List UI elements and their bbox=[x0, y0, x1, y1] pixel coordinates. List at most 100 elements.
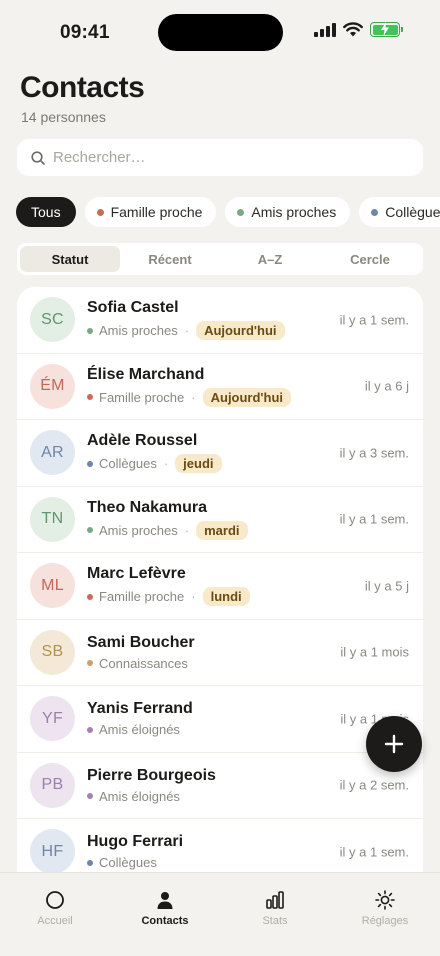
contact-name: Marc Lefèvre bbox=[87, 565, 186, 583]
avatar: HF bbox=[30, 829, 75, 872]
separator: · bbox=[184, 323, 190, 339]
contact-row[interactable]: SC Sofia Castel Amis proches · Aujourd'h… bbox=[17, 287, 423, 354]
contact-row[interactable]: ÉM Élise Marchand Famille proche · Aujou… bbox=[17, 354, 423, 420]
contact-count: 14 personnes bbox=[21, 109, 106, 125]
last-contact-time: il y a 1 sem. bbox=[339, 312, 409, 328]
sort-tab-az[interactable]: A–Z bbox=[220, 246, 320, 272]
contact-name: Sami Boucher bbox=[87, 633, 195, 651]
contact-info: Élise Marchand Famille proche · Aujourd'… bbox=[87, 365, 292, 407]
plus-icon bbox=[384, 734, 404, 754]
sort-tab-recent[interactable]: Récent bbox=[120, 246, 220, 272]
next-date-badge: lundi bbox=[202, 587, 250, 607]
contact-meta: Connaissances bbox=[87, 656, 195, 671]
tab-contacts[interactable]: Contacts bbox=[110, 873, 220, 956]
sort-tab-statut[interactable]: Statut bbox=[20, 246, 120, 272]
filter-chip-all[interactable]: Tous bbox=[16, 197, 76, 227]
tab-stats[interactable]: Stats bbox=[220, 873, 330, 956]
tab-bar: Accueil Contacts Stats Réglages bbox=[0, 872, 440, 956]
tab-label: Contacts bbox=[141, 915, 189, 927]
contact-circle: Amis proches bbox=[99, 323, 178, 339]
last-contact-time: il y a 5 j bbox=[364, 578, 409, 594]
last-contact-time: il y a 2 sem. bbox=[339, 777, 409, 793]
next-date-badge: jeudi bbox=[175, 454, 222, 474]
circle-dot bbox=[87, 793, 93, 800]
contact-name: Yanis Ferrand bbox=[87, 700, 193, 718]
contact-circle: Famille proche bbox=[99, 589, 185, 605]
contact-list: SC Sofia Castel Amis proches · Aujourd'h… bbox=[17, 287, 423, 872]
contact-row[interactable]: YF Yanis Ferrand Amis éloignés il y a 1 … bbox=[17, 686, 423, 753]
contact-meta: Amis éloignés bbox=[87, 789, 216, 804]
avatar: PB bbox=[30, 762, 75, 808]
chip-label: Tous bbox=[31, 204, 61, 220]
tab-label: Stats bbox=[262, 915, 288, 927]
chip-label: Famille proche bbox=[110, 204, 203, 220]
next-date-badge: Aujourd'hui bbox=[196, 321, 285, 341]
avatar: AR bbox=[30, 430, 75, 476]
sort-tab-cercle[interactable]: Cercle bbox=[320, 246, 420, 272]
contact-circle: Collègues bbox=[99, 855, 157, 871]
filter-chips: Tous Famille proche Amis proches Collègu… bbox=[16, 197, 440, 227]
contact-name: Adèle Roussel bbox=[87, 432, 198, 450]
tab-accueil[interactable]: Accueil bbox=[0, 873, 110, 956]
tab-label: Accueil bbox=[37, 915, 73, 927]
next-date-badge: Aujourd'hui bbox=[202, 387, 292, 407]
contact-name: Pierre Bourgeois bbox=[87, 766, 216, 784]
tab-label: Réglages bbox=[361, 915, 409, 927]
contact-row[interactable]: ML Marc Lefèvre Famille proche · lundi i… bbox=[17, 553, 423, 620]
next-date-badge: mardi bbox=[196, 520, 248, 540]
last-contact-time: il y a 1 sem. bbox=[339, 844, 409, 860]
contact-name: Theo Nakamura bbox=[87, 498, 208, 516]
circle-dot bbox=[87, 593, 93, 600]
avatar: SB bbox=[30, 629, 75, 675]
contact-meta: Collègues bbox=[87, 855, 183, 870]
contact-info: Marc Lefèvre Famille proche · lundi bbox=[87, 565, 250, 607]
contact-info: Sami Boucher Connaissances bbox=[87, 634, 195, 671]
status-bar: 09:41 bbox=[0, 0, 440, 60]
contact-name: Élise Marchand bbox=[87, 365, 205, 383]
filter-chip-collegues[interactable]: Collègues bbox=[359, 197, 440, 227]
contact-info: Sofia Castel Amis proches · Aujourd'hui bbox=[87, 299, 285, 341]
contact-info: Adèle Roussel Collègues · jeudi bbox=[87, 432, 222, 474]
contact-name: Sofia Castel bbox=[87, 299, 179, 317]
contact-row[interactable]: PB Pierre Bourgeois Amis éloignés il y a… bbox=[17, 753, 423, 819]
separator: · bbox=[191, 589, 196, 605]
person-icon bbox=[157, 892, 173, 909]
contact-circle: Amis proches bbox=[99, 522, 178, 538]
battery-icon bbox=[370, 22, 403, 37]
circle-dot bbox=[87, 460, 93, 467]
add-contact-button[interactable] bbox=[366, 716, 422, 772]
contact-info: Yanis Ferrand Amis éloignés bbox=[87, 700, 193, 737]
contact-circle: Amis éloignés bbox=[99, 788, 180, 804]
contact-row[interactable]: TN Theo Nakamura Amis proches · mardi il… bbox=[17, 487, 423, 553]
circle-dot bbox=[87, 327, 93, 334]
circle-dot bbox=[87, 394, 93, 401]
separator: · bbox=[184, 522, 190, 538]
contact-meta: Amis proches · Aujourd'hui bbox=[87, 321, 285, 341]
contact-circle: Famille proche bbox=[99, 389, 185, 405]
contact-circle: Connaissances bbox=[99, 655, 188, 671]
filter-chip-amis-proches[interactable]: Amis proches bbox=[225, 197, 351, 227]
filter-chip-famille-proche[interactable]: Famille proche bbox=[84, 197, 217, 227]
search-bar[interactable] bbox=[17, 139, 423, 176]
contact-row[interactable]: SB Sami Boucher Connaissances il y a 1 m… bbox=[17, 620, 423, 686]
status-icons bbox=[314, 22, 403, 37]
contact-row[interactable]: AR Adèle Roussel Collègues · jeudi il y … bbox=[17, 420, 423, 487]
avatar: SC bbox=[30, 297, 75, 343]
chip-label: Amis proches bbox=[251, 204, 337, 220]
contact-row[interactable]: HF Hugo Ferrari Collègues il y a 1 sem. bbox=[17, 819, 423, 872]
avatar: TN bbox=[30, 496, 75, 542]
separator: · bbox=[163, 456, 169, 472]
status-time: 09:41 bbox=[60, 22, 110, 43]
circle-dot bbox=[96, 208, 104, 216]
circle-dot bbox=[87, 527, 93, 534]
last-contact-time: il y a 3 sem. bbox=[339, 445, 409, 461]
contact-circle: Collègues bbox=[99, 456, 157, 472]
search-icon bbox=[31, 150, 45, 165]
contact-meta: Amis éloignés bbox=[87, 722, 193, 737]
avatar: ÉM bbox=[30, 363, 75, 409]
circle-dot bbox=[371, 208, 379, 216]
last-contact-time: il y a 6 j bbox=[364, 378, 409, 394]
search-input[interactable] bbox=[53, 149, 393, 166]
home-circle-icon bbox=[46, 891, 64, 909]
tab-reglages[interactable]: Réglages bbox=[330, 873, 440, 956]
